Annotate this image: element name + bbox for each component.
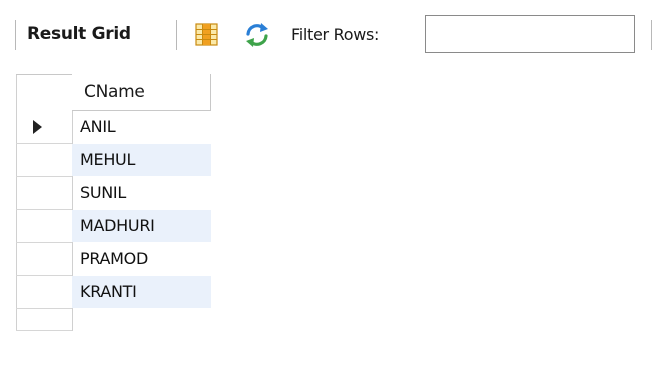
result-grid: CName ANIL MEHUL SUNIL MADHURI PRAMOD KR… bbox=[16, 74, 664, 344]
table-row[interactable]: SUNIL bbox=[16, 177, 211, 209]
column-header-cname[interactable]: CName bbox=[72, 74, 211, 111]
filter-rows-label: Filter Rows: bbox=[291, 25, 380, 44]
cname-value: PRAMOD bbox=[80, 249, 148, 268]
current-row-arrow-icon bbox=[33, 120, 42, 134]
cname-value: SUNIL bbox=[80, 183, 126, 202]
row-indicator[interactable] bbox=[16, 210, 72, 242]
table-row[interactable]: ANIL bbox=[16, 111, 211, 143]
cname-cell[interactable]: MEHUL bbox=[72, 144, 211, 176]
result-grid-label[interactable]: Result Grid bbox=[27, 24, 131, 44]
row-divider bbox=[16, 308, 72, 309]
refresh-icon-svg bbox=[246, 23, 268, 47]
table-row[interactable]: MADHURI bbox=[16, 210, 211, 242]
row-indicator[interactable] bbox=[16, 144, 72, 176]
grid-layout-icon[interactable] bbox=[194, 22, 219, 47]
result-toolbar: Result Grid Filter Rows: bbox=[0, 0, 664, 74]
refresh-icon[interactable] bbox=[244, 22, 270, 48]
toolbar-separator bbox=[651, 20, 652, 50]
cname-value: MEHUL bbox=[80, 150, 136, 169]
grid-bottom-border bbox=[16, 330, 72, 331]
cname-value: MADHURI bbox=[80, 216, 155, 235]
cname-cell[interactable]: MADHURI bbox=[72, 210, 211, 242]
row-indicator[interactable] bbox=[16, 276, 72, 308]
table-row[interactable]: KRANTI bbox=[16, 276, 211, 308]
toolbar-separator bbox=[176, 20, 177, 50]
cname-cell[interactable]: KRANTI bbox=[72, 276, 211, 308]
table-row[interactable]: PRAMOD bbox=[16, 243, 211, 275]
column-header-label: CName bbox=[84, 82, 145, 102]
cname-value: ANIL bbox=[80, 117, 116, 136]
filter-rows-input[interactable] bbox=[425, 15, 635, 53]
cname-cell[interactable]: ANIL bbox=[72, 111, 211, 143]
cname-cell[interactable]: PRAMOD bbox=[72, 243, 211, 275]
cname-cell[interactable]: SUNIL bbox=[72, 177, 211, 209]
cname-value: KRANTI bbox=[80, 282, 137, 301]
grid-layout-icon-svg bbox=[195, 23, 218, 46]
row-indicator[interactable] bbox=[16, 243, 72, 275]
row-indicator[interactable] bbox=[16, 177, 72, 209]
toolbar-separator bbox=[15, 20, 16, 50]
row-indicator[interactable] bbox=[16, 111, 72, 143]
table-row[interactable]: MEHUL bbox=[16, 144, 211, 176]
